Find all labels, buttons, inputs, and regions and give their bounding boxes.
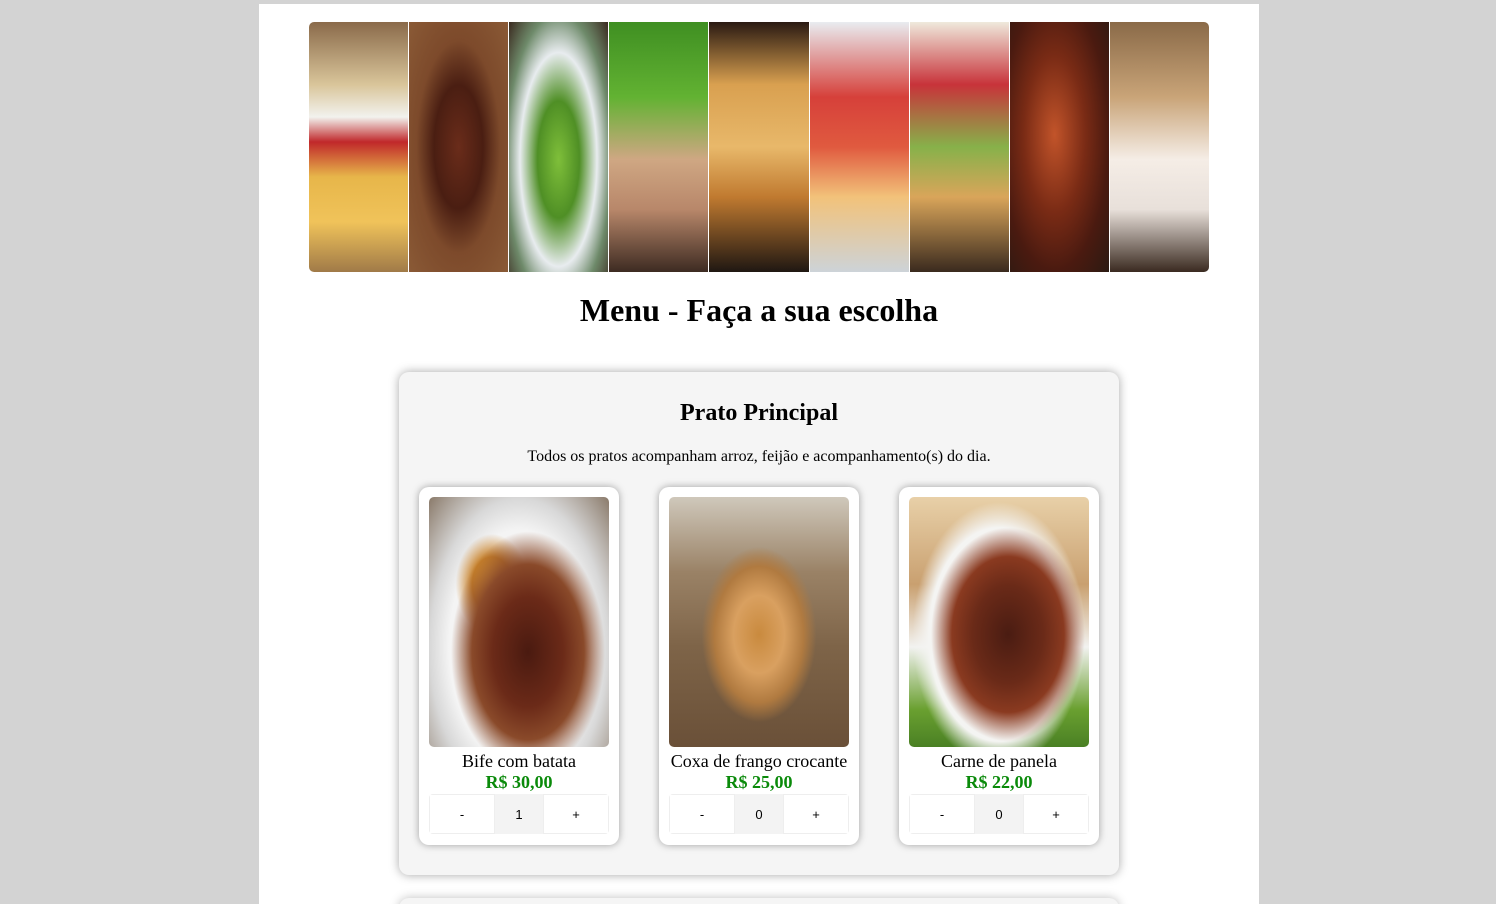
dish-card: Bife com batata R$ 30,00 - 1 +: [419, 487, 619, 845]
pot-roast-beef-photo: [909, 497, 1089, 747]
steak-with-potato-photo: [429, 497, 609, 747]
banner-noodles-photo: [709, 22, 810, 272]
increase-button[interactable]: +: [543, 794, 609, 834]
quantity-stepper: - 0 +: [909, 794, 1089, 834]
dish-price: R$ 25,00: [725, 772, 793, 792]
main-course-section: Prato Principal Todos os pratos acompanh…: [399, 372, 1119, 875]
banner-fries-photo: [309, 22, 410, 272]
quantity-stepper: - 1 +: [429, 794, 609, 834]
decrease-button[interactable]: -: [669, 794, 735, 834]
dish-card: Coxa de frango crocante R$ 25,00 - 0 +: [659, 487, 859, 845]
section-description: Todos os pratos acompanham arroz, feijão…: [527, 448, 991, 465]
banner-spaghetti-photo: [809, 22, 910, 272]
dish-name: Coxa de frango crocante: [670, 751, 848, 771]
increase-button[interactable]: +: [1023, 794, 1089, 834]
page-title: Menu - Faça a sua escolha: [579, 292, 939, 328]
dish-name: Carne de panela: [941, 751, 1057, 771]
quantity-value: 0: [735, 794, 783, 834]
quantity-value: 0: [975, 794, 1023, 834]
banner-coffee-photo: [1109, 22, 1209, 272]
banner-fish-photo: [609, 22, 710, 272]
increase-button[interactable]: +: [783, 794, 849, 834]
decrease-button[interactable]: -: [429, 794, 495, 834]
quantity-stepper: - 0 +: [669, 794, 849, 834]
dish-name: Bife com batata: [462, 751, 576, 771]
quantity-value: 1: [495, 794, 543, 834]
dish-price: R$ 30,00: [485, 772, 553, 792]
next-section-edge: [399, 898, 1119, 904]
banner-salad-photo: [509, 22, 610, 272]
banner-tacos-photo: [909, 22, 1010, 272]
section-title: Prato Principal: [680, 400, 838, 426]
crispy-chicken-drumstick-photo: [669, 497, 849, 747]
page-container: Menu - Faça a sua escolha Prato Principa…: [259, 4, 1259, 904]
banner-grilled-chicken-photo: [1009, 22, 1110, 272]
food-banner-image: [309, 22, 1209, 272]
decrease-button[interactable]: -: [909, 794, 975, 834]
dish-card: Carne de panela R$ 22,00 - 0 +: [899, 487, 1099, 845]
dish-price: R$ 22,00: [965, 772, 1033, 792]
banner-steak-photo: [409, 22, 510, 272]
